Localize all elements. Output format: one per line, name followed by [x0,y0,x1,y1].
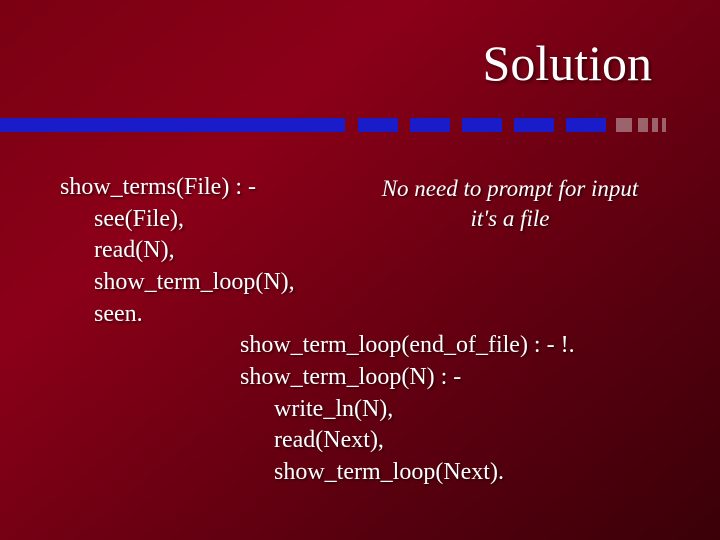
decorative-bar [0,112,720,138]
slide-title: Solution [483,34,652,92]
bar-segment [566,118,606,132]
code-line: show_term_loop(Next). [274,457,670,489]
code-line: see(File), [94,204,670,236]
code-line: show_term_loop(N) : - [240,362,670,394]
bar-segment [662,118,666,132]
code-line: read(Next), [274,425,670,457]
bar-segment [652,118,658,132]
bar-segment [358,118,398,132]
bar-segment [410,118,450,132]
bar-segment [514,118,554,132]
code-line: write_ln(N), [274,394,670,426]
code-line: show_term_loop(N), [94,267,670,299]
bar-segment [616,118,632,132]
bar-segment [0,118,345,132]
code-block: show_terms(File) : - see(File), read(N),… [60,172,670,489]
code-line: seen. [94,299,670,331]
bar-segment [462,118,502,132]
code-line: read(N), [94,235,670,267]
code-line: show_term_loop(end_of_file) : - !. [240,330,670,362]
code-line: show_terms(File) : - [60,172,670,204]
bar-segment [638,118,648,132]
